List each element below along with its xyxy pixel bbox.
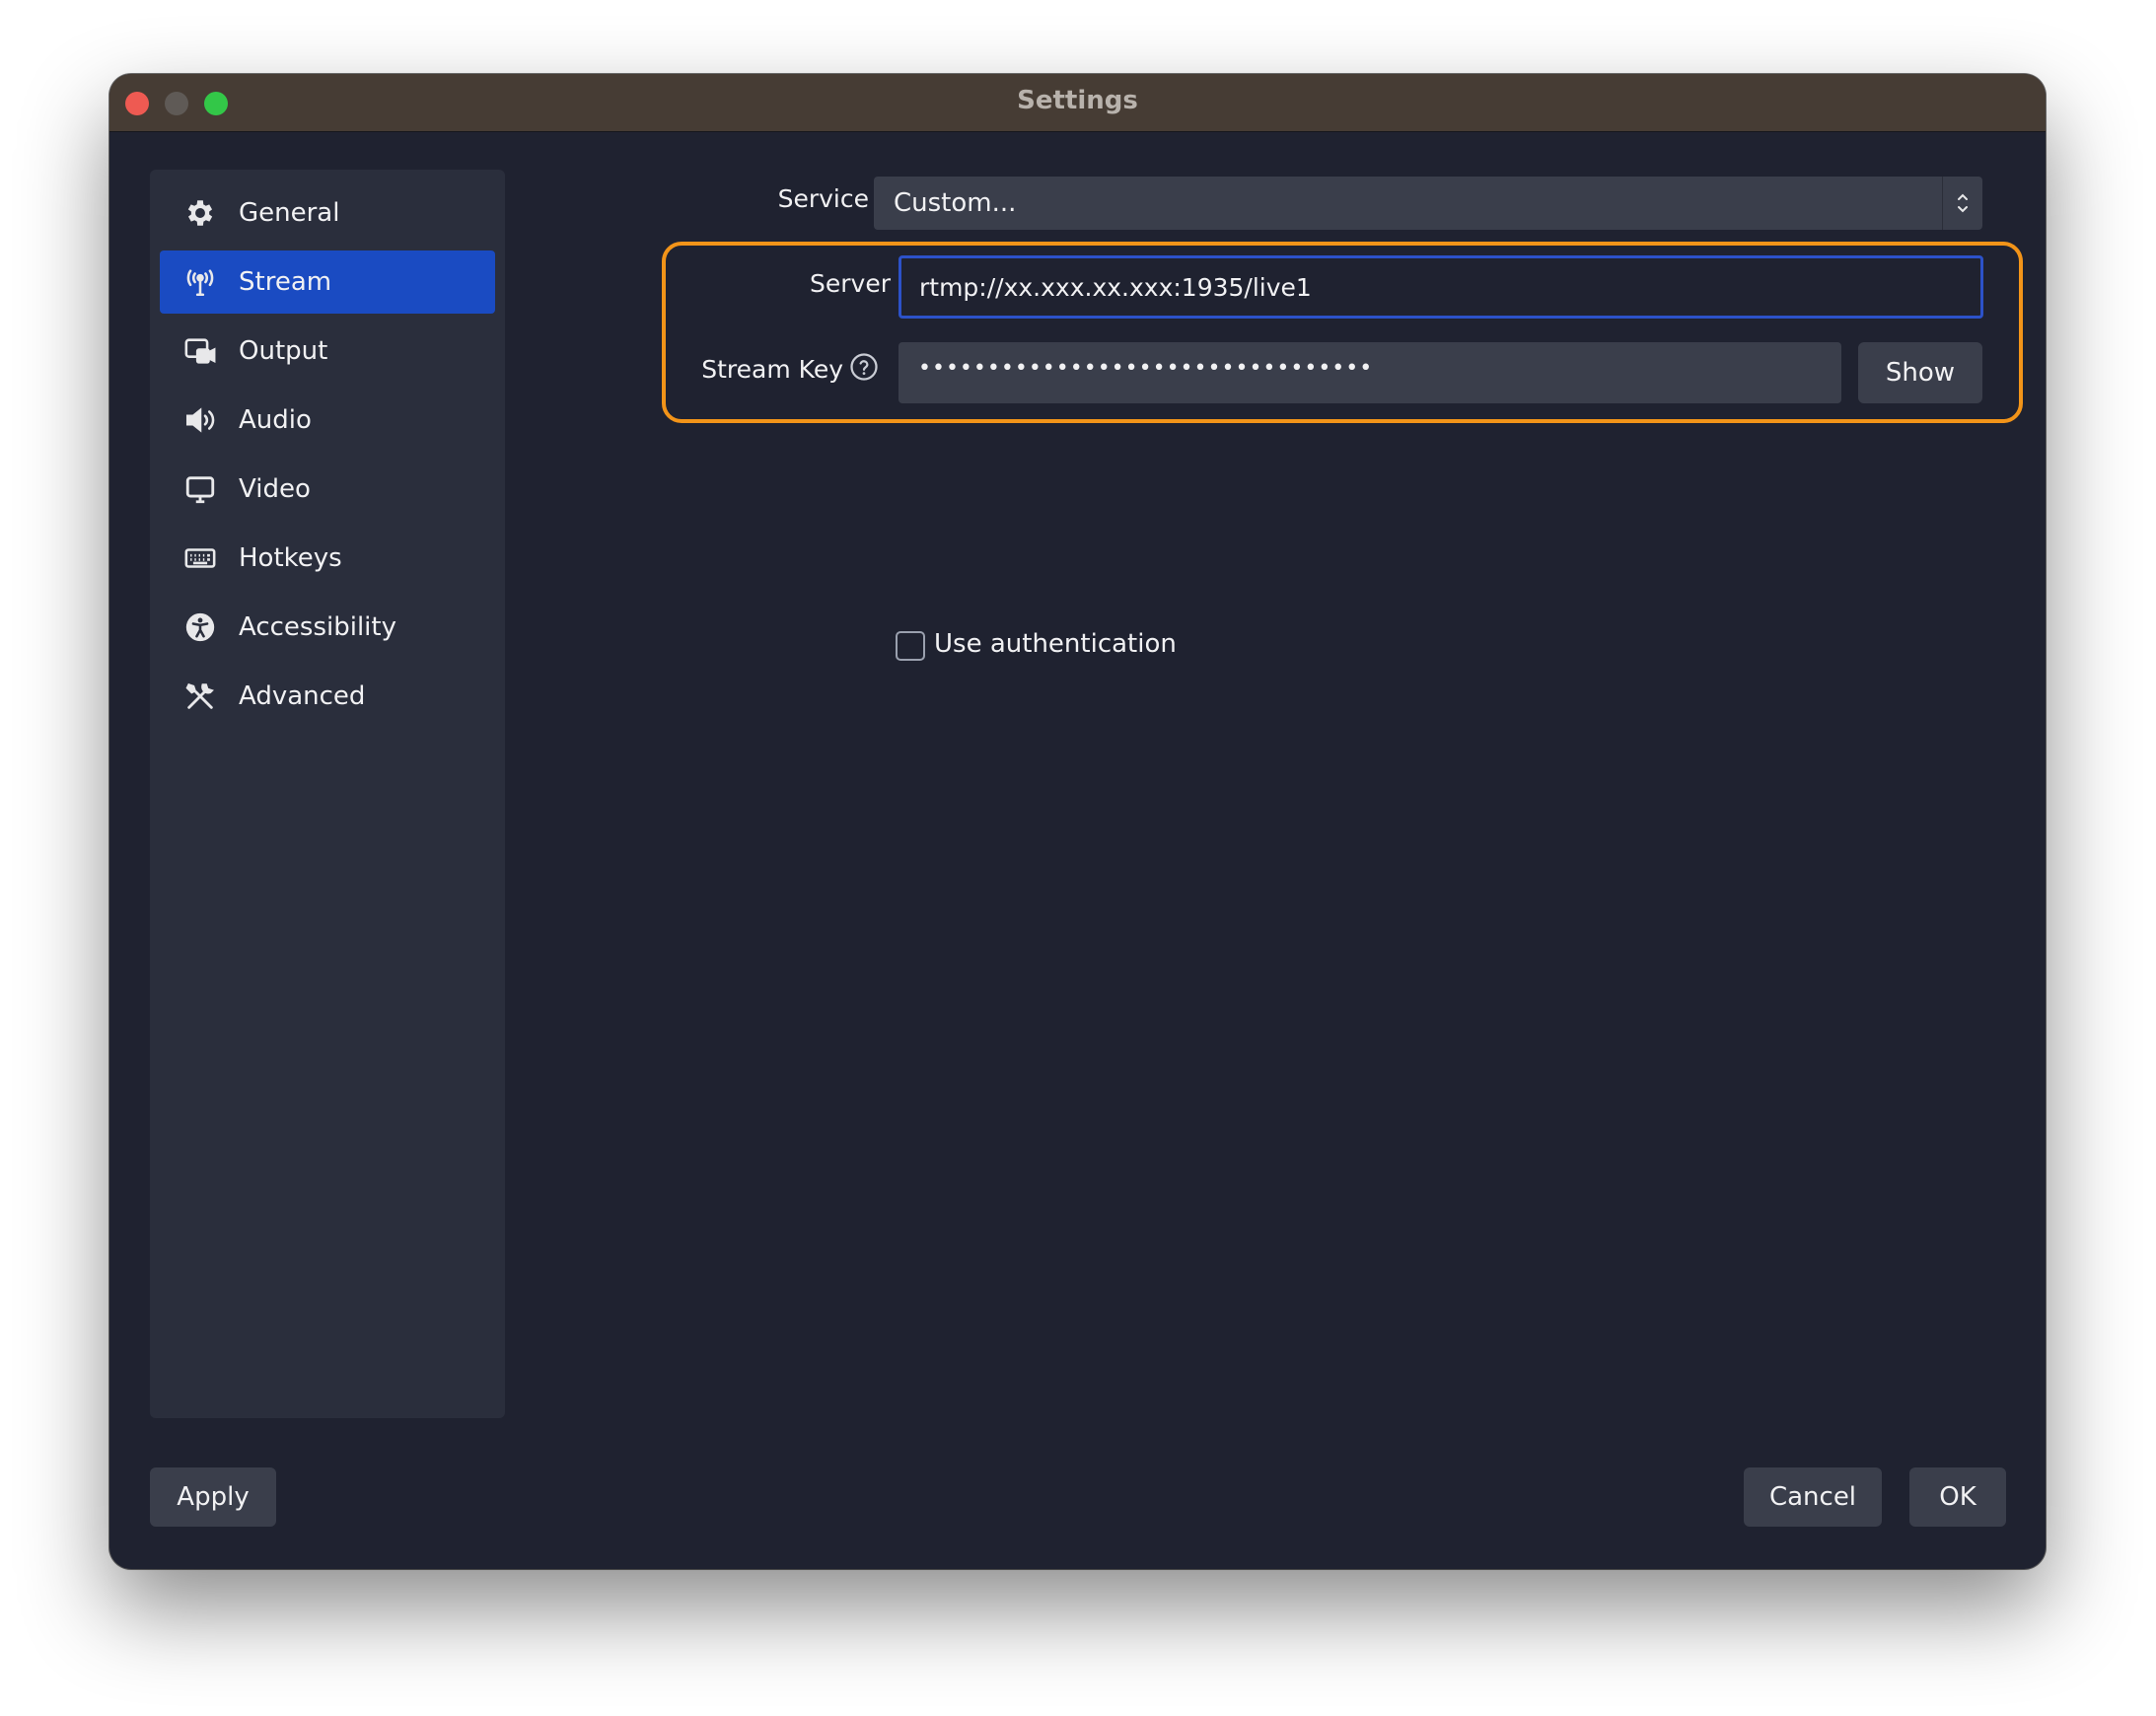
chevron-up-down-icon — [1942, 177, 1982, 230]
monitor-icon — [181, 470, 219, 508]
server-input[interactable]: rtmp://xx.xxx.xx.xxx:1935/live1 — [898, 255, 1983, 319]
sidebar-item-audio[interactable]: Audio — [160, 389, 495, 452]
sidebar-item-accessibility[interactable]: Accessibility — [160, 596, 495, 659]
speaker-icon — [181, 401, 219, 439]
sidebar-item-hotkeys[interactable]: Hotkeys — [160, 527, 495, 590]
output-icon — [181, 332, 219, 370]
sidebar-item-advanced[interactable]: Advanced — [160, 665, 495, 728]
service-selected-value: Custom... — [894, 188, 1017, 218]
tools-icon — [181, 678, 219, 715]
sidebar-item-label: Output — [239, 336, 328, 366]
service-label: Service — [777, 184, 869, 213]
window-title: Settings — [1017, 86, 1138, 115]
sidebar-item-label: Accessibility — [239, 612, 396, 642]
title-bar: Settings — [109, 74, 2046, 132]
settings-sidebar: General Stream Output Audio Video Hotkey… — [150, 170, 505, 1418]
ok-button[interactable]: OK — [1909, 1467, 2006, 1527]
server-label: Server — [810, 269, 891, 298]
use-authentication-checkbox[interactable] — [896, 631, 925, 661]
service-select[interactable]: Custom... — [874, 177, 1982, 230]
keyboard-icon — [181, 539, 219, 577]
sidebar-item-label: General — [239, 198, 340, 228]
sidebar-item-label: Stream — [239, 267, 332, 297]
sidebar-item-label: Hotkeys — [239, 543, 342, 573]
settings-window: Settings General Stream Output Audio Vid… — [109, 74, 2046, 1569]
accessibility-icon — [181, 608, 219, 646]
sidebar-item-stream[interactable]: Stream — [160, 250, 495, 314]
stream-key-input[interactable]: ••••••••••••••••••••••••••••••••• — [898, 342, 1841, 403]
show-key-button[interactable]: Show — [1858, 342, 1982, 403]
help-icon[interactable] — [849, 352, 879, 382]
apply-button[interactable]: Apply — [150, 1467, 276, 1527]
stream-key-value: ••••••••••••••••••••••••••••••••• — [918, 356, 1374, 381]
cancel-button[interactable]: Cancel — [1744, 1467, 1882, 1527]
sidebar-item-video[interactable]: Video — [160, 458, 495, 521]
sidebar-item-label: Audio — [239, 405, 312, 435]
gear-icon — [181, 194, 219, 232]
use-authentication-label[interactable]: Use authentication — [934, 629, 1177, 659]
sidebar-item-label: Video — [239, 474, 311, 504]
server-input-value: rtmp://xx.xxx.xx.xxx:1935/live1 — [919, 273, 1312, 302]
stream-key-label: Stream Key — [701, 355, 843, 384]
sidebar-item-output[interactable]: Output — [160, 320, 495, 383]
sidebar-item-label: Advanced — [239, 681, 366, 711]
antenna-icon — [181, 263, 219, 301]
sidebar-item-general[interactable]: General — [160, 181, 495, 245]
